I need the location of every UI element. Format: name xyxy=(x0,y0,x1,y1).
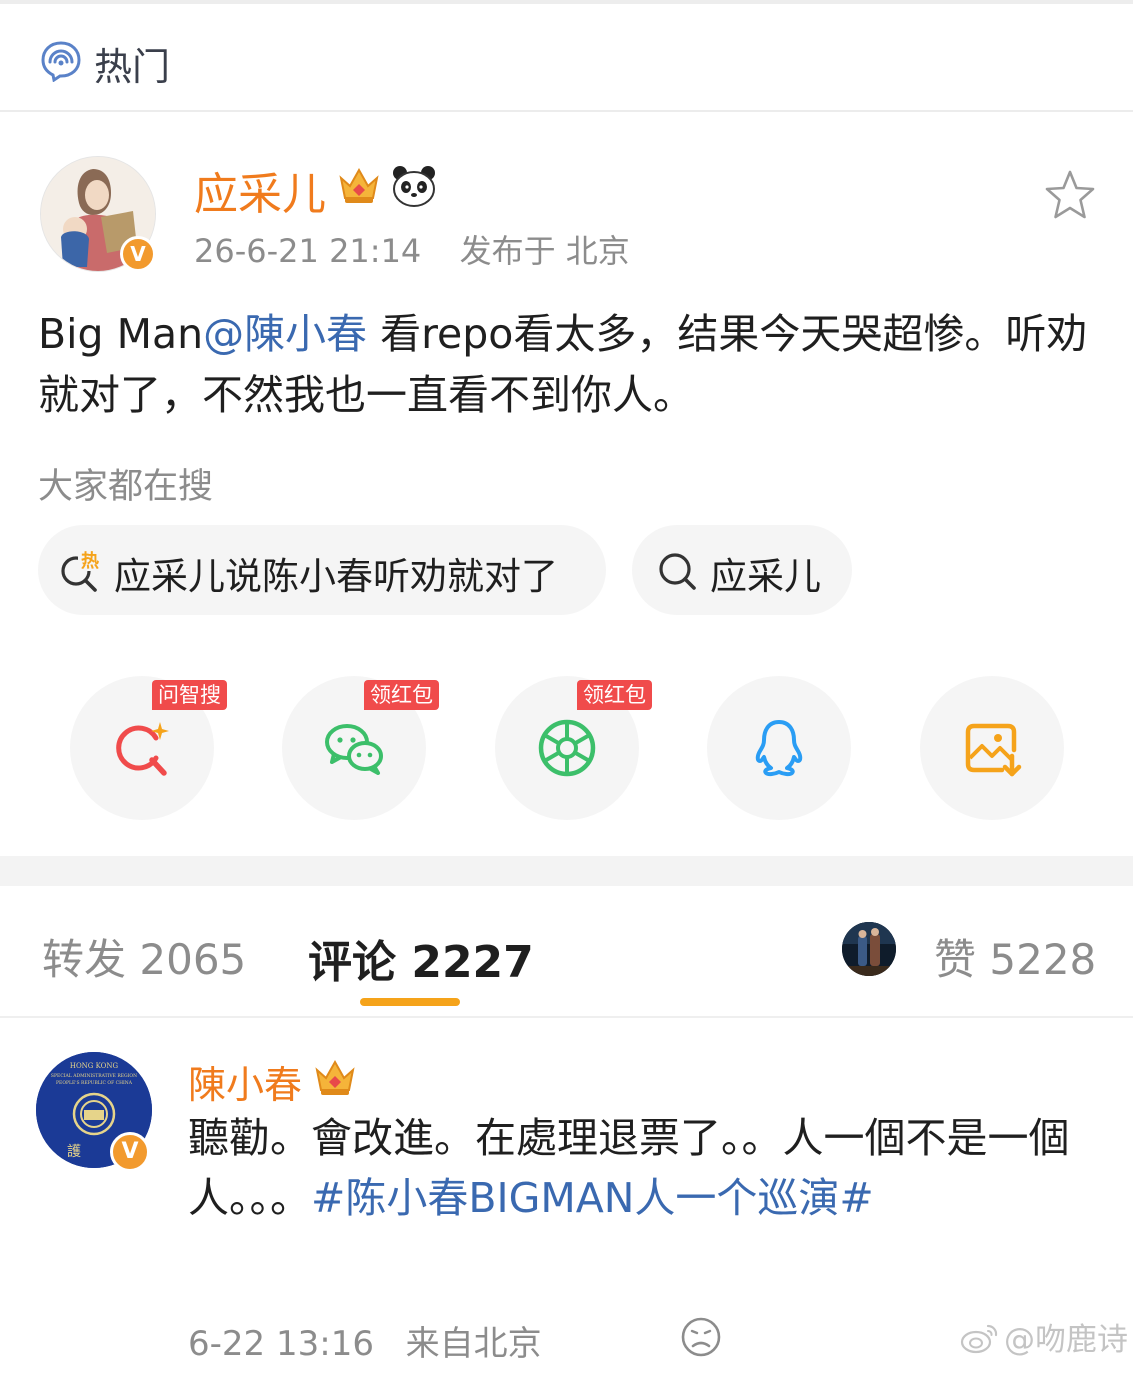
search-chip[interactable]: 应采儿 xyxy=(632,525,852,615)
comment-location: 来自北京 xyxy=(405,1324,542,1364)
hot-title[interactable]: 热门 xyxy=(94,36,170,91)
star-outline-icon[interactable] xyxy=(1042,168,1098,224)
tab-like-count: 5228 xyxy=(989,935,1097,984)
tab-comment-count: 2227 xyxy=(411,937,534,988)
post-text: Big Man@陳小春 看repo看太多，结果今天哭超惨。听劝就对了，不然我也一… xyxy=(38,304,1108,426)
post-text-prefix: Big Man xyxy=(38,310,204,358)
comment-meta: 6-22 13:16 来自北京 xyxy=(188,1316,542,1365)
save-image-icon xyxy=(965,723,1022,777)
mention-link[interactable]: @陳小春 xyxy=(203,310,367,358)
watermark-text: @吻鹿诗 xyxy=(1004,1322,1128,1358)
hot-search-icon: 热 xyxy=(61,549,102,592)
post-timestamp: 26-6-21 21:14 xyxy=(194,232,422,270)
commenter-verified-badge: V xyxy=(110,1132,150,1172)
hashtag-link[interactable]: #陈小春BIGMAN人一个巡演# xyxy=(311,1174,874,1222)
watermark: @吻鹿诗 xyxy=(960,1314,1128,1359)
section-divider xyxy=(0,856,1133,886)
commenter-name[interactable]: 陳小春 xyxy=(188,1054,302,1109)
crown-icon xyxy=(315,1059,355,1095)
verified-badge: V xyxy=(120,236,156,272)
sad-face-icon[interactable] xyxy=(680,1316,722,1358)
search-icon xyxy=(659,553,696,590)
smart-search-icon xyxy=(116,722,169,776)
post-location: 发布于 北京 xyxy=(459,232,630,270)
tab-comment-label: 评论 xyxy=(308,937,396,988)
weibo-logo-icon xyxy=(960,1324,998,1354)
tab-comment[interactable]: 评论 2227 xyxy=(308,926,534,990)
active-tab-indicator xyxy=(360,998,460,1006)
svg-text:SPECIAL ADMINISTRATIVE REGION: SPECIAL ADMINISTRATIVE REGION xyxy=(51,1073,137,1079)
hot-badge: 热 xyxy=(81,550,99,572)
qq-share-button[interactable] xyxy=(707,676,851,820)
ai-search-tag: 问智搜 xyxy=(152,680,227,710)
tab-repost-label: 转发 xyxy=(42,935,127,984)
chip-label: 应采儿说陈小春听劝就对了 xyxy=(114,555,558,598)
crown-icon xyxy=(339,167,379,203)
tab-repost-count: 2065 xyxy=(139,935,247,984)
chip-label: 应采儿 xyxy=(710,555,821,598)
interaction-tabs: 转发 2065 评论 2227 赞 5228 xyxy=(0,886,1133,1018)
moments-shutter-icon xyxy=(538,719,596,777)
author-name[interactable]: 应采儿 xyxy=(194,158,326,222)
liker-avatar[interactable] xyxy=(842,922,896,976)
search-chip-hot[interactable]: 热 应采儿说陈小春听劝就对了 xyxy=(38,525,606,615)
comment-text: 聽勸。會改進。在處理退票了。。人一個不是一個人。。。#陈小春BIGMAN人一个巡… xyxy=(188,1108,1098,1228)
svg-text:PEOPLE'S REPUBLIC OF CHINA: PEOPLE'S REPUBLIC OF CHINA xyxy=(56,1080,133,1086)
post-meta: 26-6-21 21:14 发布于 北京 xyxy=(194,226,630,272)
svg-text:HONG KONG: HONG KONG xyxy=(70,1062,119,1070)
search-hint-label: 大家都在搜 xyxy=(38,467,214,507)
tab-like[interactable]: 赞 5228 xyxy=(934,926,1096,987)
hot-trend-icon xyxy=(41,41,81,82)
wechat-icon xyxy=(325,724,383,775)
liker-photo xyxy=(842,922,896,976)
save-image-button[interactable] xyxy=(920,676,1064,820)
red-packet-tag: 领红包 xyxy=(577,680,652,710)
tab-repost[interactable]: 转发 2065 xyxy=(42,926,246,987)
red-packet-tag: 领红包 xyxy=(364,680,439,710)
svg-text:護: 護 xyxy=(67,1144,81,1160)
comment-timestamp: 6-22 13:16 xyxy=(188,1324,374,1364)
qq-penguin-icon xyxy=(755,720,803,777)
tab-like-label: 赞 xyxy=(934,935,977,984)
panda-icon xyxy=(393,166,435,207)
hot-section-header: 热门 xyxy=(0,4,1133,112)
